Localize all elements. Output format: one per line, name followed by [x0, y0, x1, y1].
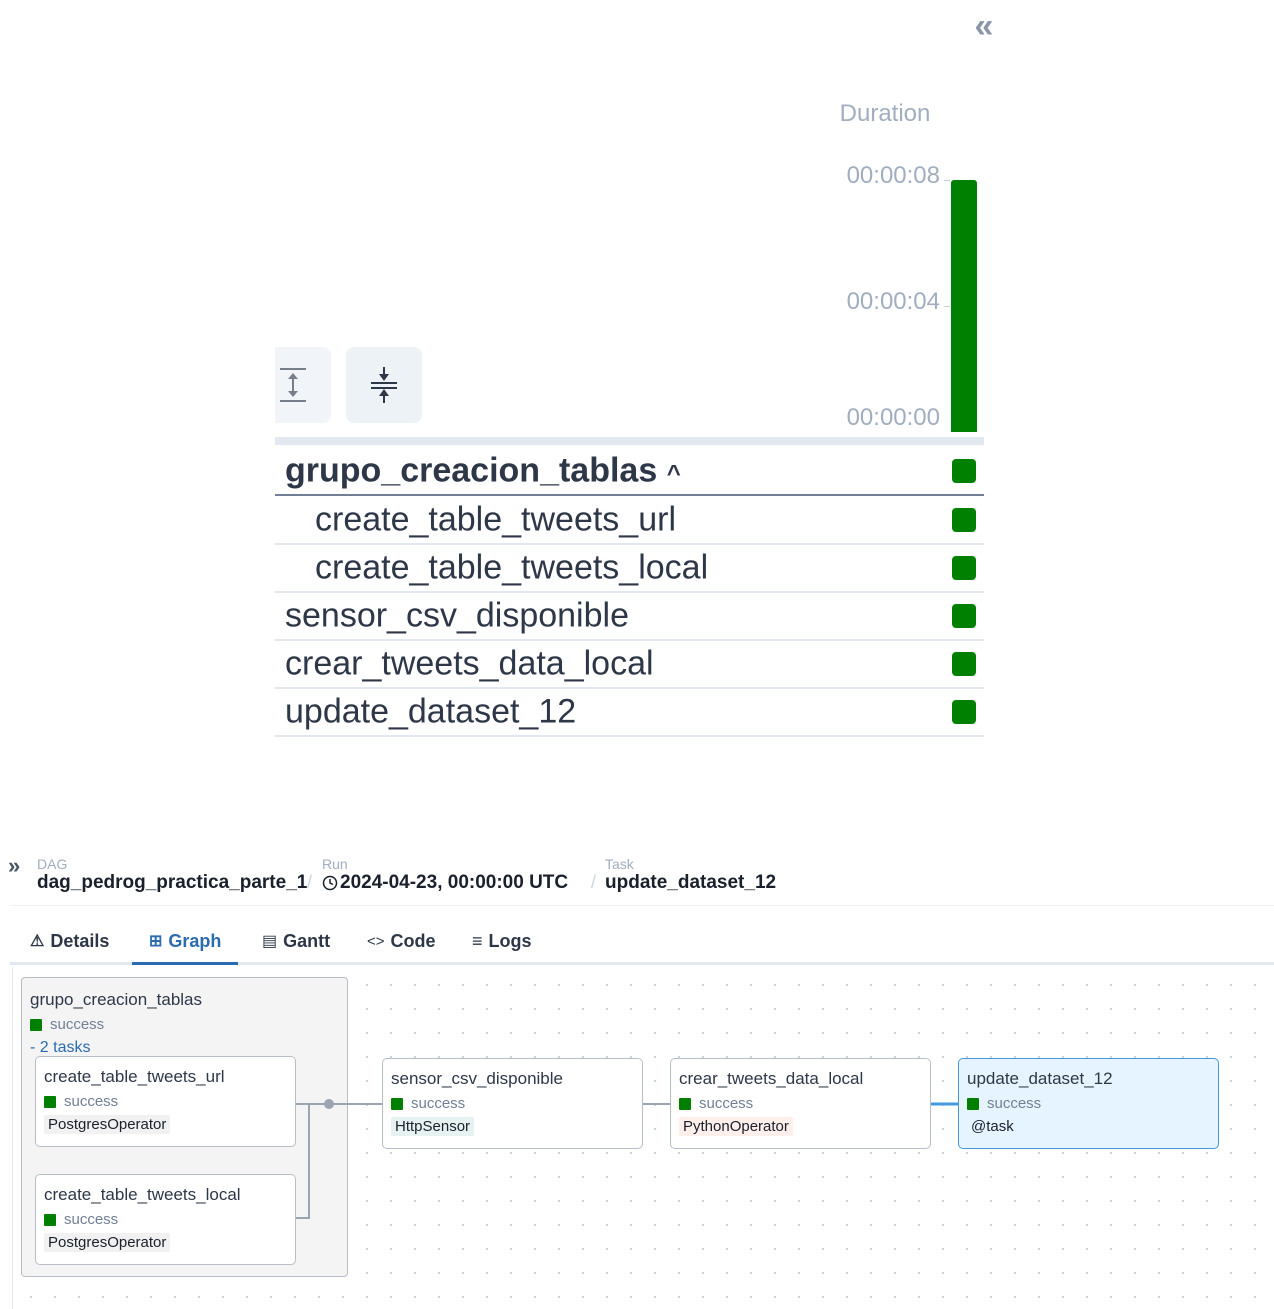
duration-tick: 00:00:04: [846, 288, 940, 315]
operator-badge: PostgresOperator: [44, 1115, 171, 1134]
status-text: success: [699, 1095, 754, 1112]
status-square: [967, 1097, 979, 1110]
node-title: crear_tweets_data_local: [679, 1069, 864, 1088]
warning-icon: ⚠: [30, 933, 45, 950]
status-square: [391, 1097, 403, 1110]
node-status: success: [391, 1095, 465, 1112]
grid-row[interactable]: crear_tweets_data_local: [275, 640, 984, 689]
operator-badge: PythonOperator: [679, 1117, 793, 1136]
tab-logs[interactable]: ≡ Logs: [472, 920, 532, 962]
duration-label: Duration: [839, 100, 931, 127]
duration-tick: 00:00:00: [846, 404, 940, 431]
code-icon: <>: [367, 932, 385, 950]
task-node-create-table-tweets-local[interactable]: create_table_tweets_local success Postgr…: [35, 1174, 296, 1265]
status-text: success: [987, 1095, 1042, 1112]
status-text: success: [64, 1093, 119, 1110]
collapse-sidebar-icon[interactable]: «: [964, 8, 1004, 44]
task-instance-cell[interactable]: [952, 458, 976, 483]
node-title: create_table_tweets_local: [44, 1185, 241, 1204]
run-id: 2024-04-23, 00:00:00 UTC: [340, 872, 569, 893]
viewport-mask: [200, 340, 275, 430]
caret-up-icon[interactable]: ^: [667, 460, 681, 487]
tab-label: Graph: [168, 930, 222, 951]
logs-icon: ≡: [472, 930, 483, 951]
duration-tick: 00:00:08: [846, 162, 940, 189]
tab-graph[interactable]: ⊞ Graph: [132, 920, 239, 965]
task-node-create-table-tweets-url[interactable]: create_table_tweets_url success Postgres…: [35, 1056, 296, 1147]
tab-label: Code: [390, 930, 436, 951]
status-square: [44, 1213, 56, 1226]
breadcrumb-dag-label: DAG: [37, 856, 68, 872]
task-instance-cell[interactable]: [952, 651, 976, 676]
grid-row[interactable]: update_dataset_12: [275, 688, 984, 737]
node-title: sensor_csv_disponible: [391, 1069, 563, 1088]
node-title: create_table_tweets_url: [44, 1067, 225, 1086]
breadcrumb-run-link[interactable]: 2024-04-23, 00:00:00 UTC: [322, 872, 568, 894]
task-name[interactable]: sensor_csv_disponible: [285, 596, 629, 635]
expand-grid-icon[interactable]: »: [8, 853, 20, 879]
grid-row-group[interactable]: grupo_creacion_tablas ^: [275, 447, 984, 496]
task-instance-cell[interactable]: [952, 699, 976, 724]
task-name[interactable]: create_table_tweets_url: [315, 500, 676, 539]
breadcrumb-run-label: Run: [322, 856, 348, 872]
grid-divider: [275, 437, 984, 445]
node-status: success: [44, 1211, 118, 1228]
collapse-all-button[interactable]: [346, 347, 422, 423]
expand-icon: [280, 368, 306, 402]
node-status: success: [967, 1095, 1041, 1112]
operator-badge: PostgresOperator: [44, 1233, 171, 1252]
tick-mark: [944, 306, 950, 307]
node-title: update_dataset_12: [967, 1069, 1113, 1088]
grid-row[interactable]: sensor_csv_disponible: [275, 592, 984, 641]
task-instance-cell[interactable]: [952, 507, 976, 532]
node-status: success: [679, 1095, 753, 1112]
run-duration-bar[interactable]: [951, 180, 977, 432]
clock-icon: [322, 875, 338, 891]
status-text: success: [411, 1095, 466, 1112]
breadcrumb-task-link[interactable]: update_dataset_12: [605, 872, 776, 894]
edge-join-point: [324, 1099, 334, 1109]
tab-code[interactable]: <> Code: [367, 920, 436, 962]
tick-mark: [944, 180, 950, 181]
task-instance-cell[interactable]: [952, 603, 976, 628]
tab-label: Logs: [488, 930, 532, 951]
task-instance-cell[interactable]: [952, 555, 976, 580]
tab-label: Gantt: [283, 930, 331, 951]
task-name[interactable]: crear_tweets_data_local: [285, 644, 654, 683]
task-node-update-dataset-12[interactable]: update_dataset_12 success @task: [958, 1058, 1219, 1149]
tab-details[interactable]: ⚠ Details: [30, 920, 109, 962]
task-node-sensor-csv-disponible[interactable]: sensor_csv_disponible success HttpSensor: [382, 1058, 643, 1149]
gantt-icon: ▤: [262, 933, 278, 950]
task-name[interactable]: create_table_tweets_local: [315, 548, 708, 587]
grid-row[interactable]: create_table_tweets_local: [275, 544, 984, 593]
task-node-crear-tweets-data-local[interactable]: crear_tweets_data_local success PythonOp…: [670, 1058, 931, 1149]
edge: [295, 1104, 310, 1219]
breadcrumb-separator: /: [591, 872, 597, 892]
tab-label: Details: [50, 930, 110, 951]
graph-icon: ⊞: [149, 933, 163, 950]
collapse-icon: [371, 367, 397, 403]
node-status: success: [44, 1093, 118, 1110]
task-name[interactable]: update_dataset_12: [285, 692, 576, 731]
operator-badge: @task: [967, 1117, 1018, 1136]
status-square: [44, 1095, 56, 1108]
status-square: [679, 1097, 691, 1110]
grid-row[interactable]: create_table_tweets_url: [275, 496, 984, 545]
status-text: success: [64, 1211, 119, 1228]
operator-badge: HttpSensor: [391, 1117, 475, 1136]
tab-gantt[interactable]: ▤ Gantt: [262, 920, 330, 962]
breadcrumb-dag-link[interactable]: dag_pedrog_practica_parte_1: [37, 872, 307, 894]
breadcrumb-task-label: Task: [605, 856, 634, 872]
task-group-name[interactable]: grupo_creacion_tablas ^: [285, 451, 681, 490]
breadcrumb-divider: [10, 905, 1274, 906]
breadcrumb-separator: /: [307, 872, 313, 892]
